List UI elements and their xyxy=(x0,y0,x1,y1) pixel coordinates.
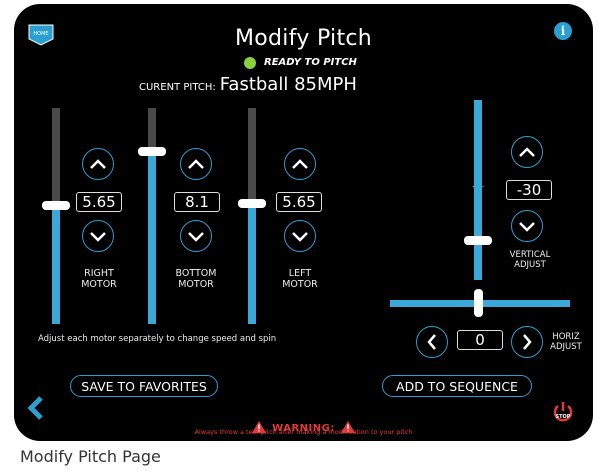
chevron-left-icon xyxy=(427,334,436,350)
stop-label: STOP xyxy=(555,414,571,420)
page-caption: Modify Pitch Page xyxy=(20,447,161,466)
bottom-motor-label: BOTTOM MOTOR xyxy=(175,268,217,290)
vertical-adjust-thumb[interactable] xyxy=(464,236,492,245)
bottom-motor-up-button[interactable] xyxy=(180,148,212,180)
bottom-motor-down-button[interactable] xyxy=(180,220,212,252)
chevron-up-icon xyxy=(292,159,308,169)
horiz-adjust-thumb[interactable] xyxy=(474,289,483,317)
chevron-down-icon xyxy=(519,222,535,232)
left-motor-up-button[interactable] xyxy=(284,148,316,180)
left-motor-label: LEFT MOTOR xyxy=(282,268,318,290)
chevron-up-icon xyxy=(188,159,204,169)
left-motor-slider-fill xyxy=(248,203,256,324)
power-icon xyxy=(553,402,573,422)
stop-button[interactable]: STOP xyxy=(552,400,574,426)
vertical-up-button[interactable] xyxy=(511,136,543,168)
horiz-adjust-value[interactable]: 0 xyxy=(457,330,503,350)
save-to-favorites-button[interactable]: SAVE TO FAVORITES xyxy=(70,375,218,397)
bottom-motor-slider[interactable] xyxy=(148,108,156,324)
vertical-down-button[interactable] xyxy=(511,210,543,242)
current-pitch-label: CURENT PITCH: xyxy=(139,82,216,93)
bottom-motor-slider-fill xyxy=(148,151,156,324)
right-motor-down-button[interactable] xyxy=(82,220,114,252)
vertical-center-mark: · · xyxy=(472,182,485,193)
horiz-left-button[interactable] xyxy=(416,326,448,358)
chevron-down-icon xyxy=(90,232,106,242)
left-motor-value[interactable]: 5.65 xyxy=(276,192,322,212)
motor-hint: Adjust each motor separately to change s… xyxy=(38,334,277,344)
current-pitch-value: Fastball 85MPH xyxy=(219,74,357,95)
add-to-sequence-button[interactable]: ADD TO SEQUENCE xyxy=(382,375,532,397)
right-motor-slider-fill xyxy=(52,205,60,324)
left-motor-slider[interactable] xyxy=(248,108,256,324)
chevron-down-icon xyxy=(292,232,308,242)
right-motor-slider-thumb[interactable] xyxy=(42,201,70,211)
right-motor-value[interactable]: 5.65 xyxy=(76,192,122,212)
bottom-motor-value[interactable]: 8.1 xyxy=(174,192,220,212)
right-motor-up-button[interactable] xyxy=(82,148,114,180)
chevron-down-icon xyxy=(188,232,204,242)
bottom-motor-slider-thumb[interactable] xyxy=(138,147,166,157)
vertical-adjust-value[interactable]: -30 xyxy=(506,180,552,200)
status-dot xyxy=(244,56,256,69)
right-motor-slider[interactable] xyxy=(52,108,60,324)
page-title: Modify Pitch xyxy=(234,26,373,51)
chevron-up-icon xyxy=(519,147,535,157)
horiz-adjust-label: HORIZ ADJUST xyxy=(550,332,582,352)
left-motor-down-button[interactable] xyxy=(284,220,316,252)
pitch-screen: HOME i Modify Pitch READY TO PITCH CUREN… xyxy=(14,4,593,441)
warning-message: Always throw a test pitch after making a… xyxy=(194,428,413,436)
chevron-up-icon xyxy=(90,159,106,169)
left-motor-slider-thumb[interactable] xyxy=(238,199,266,209)
current-pitch: CURENT PITCH: Fastball 85MPH xyxy=(139,74,357,95)
right-motor-label: RIGHT MOTOR xyxy=(81,268,117,290)
status-text: READY TO PITCH xyxy=(264,57,357,68)
vertical-adjust-label: VERTICAL ADJUST xyxy=(509,250,551,270)
status-indicator: READY TO PITCH xyxy=(244,52,357,71)
